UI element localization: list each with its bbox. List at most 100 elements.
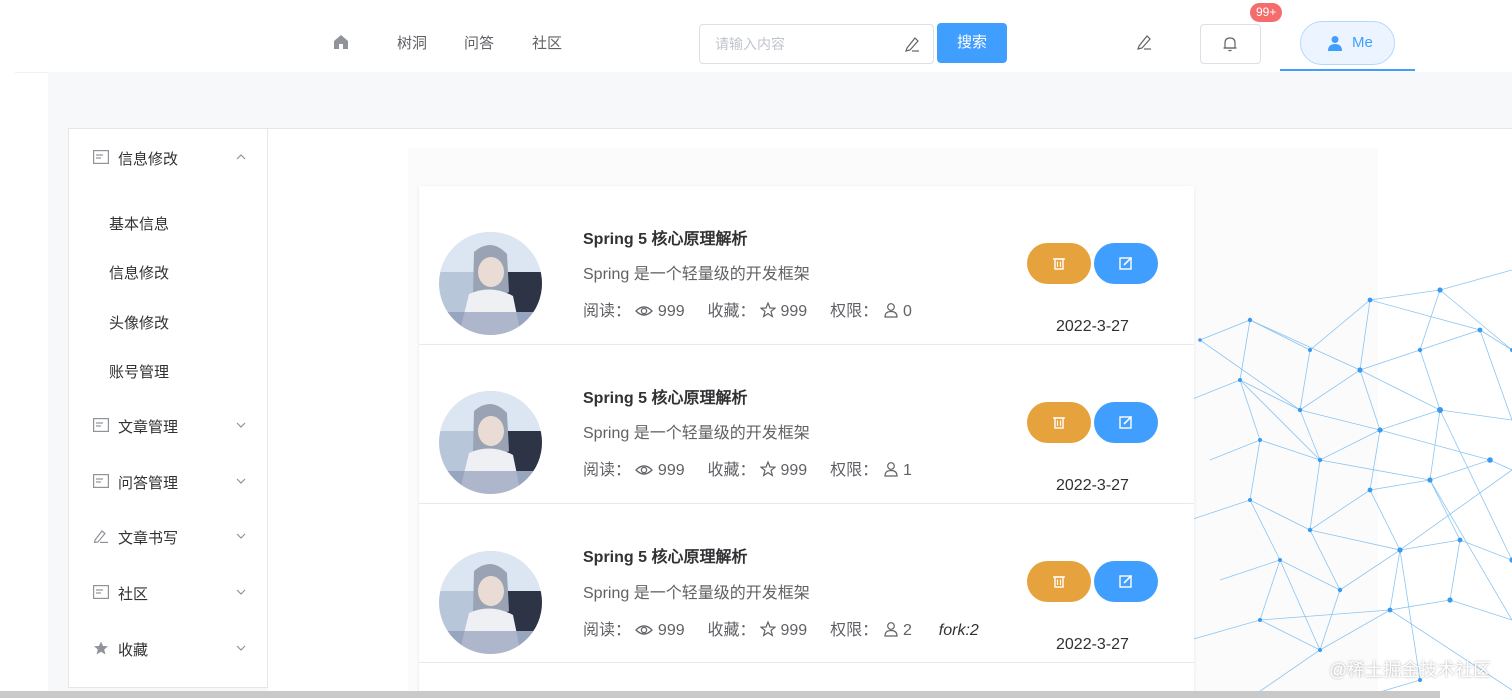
sidebar-item-label: 头像修改 <box>109 315 170 332</box>
sidebar-item-account[interactable]: 账号管理 <box>69 346 267 396</box>
chevron-down-icon <box>236 645 246 651</box>
watermark: @稀土掘金技术社区 <box>1329 660 1492 680</box>
permission-value: 1 <box>902 462 912 479</box>
menu-group-article-write[interactable]: 文章书写 <box>69 508 267 564</box>
menu-group-favorites[interactable]: 收藏 <box>69 620 267 676</box>
article-date: 2022-3-27 <box>1056 636 1129 653</box>
star-icon <box>759 620 777 637</box>
favorite-label: 收藏： <box>707 303 756 320</box>
article-card: Spring 5 核心原理解析 Spring 是一个轻量级的开发框架 阅读： 9… <box>419 186 1194 345</box>
permission-label: 权限： <box>830 622 879 639</box>
permission-value: 2 <box>902 622 912 639</box>
favorite-count: 999 <box>780 303 808 320</box>
author-avatar <box>439 391 542 494</box>
active-tab-underline <box>1280 69 1415 71</box>
write-icon[interactable] <box>1134 32 1154 52</box>
search-box <box>699 24 934 64</box>
user-button-label: Me <box>1352 34 1373 51</box>
trash-icon <box>1053 417 1065 429</box>
article-meta: 阅读： 999 收藏： 999 权限： 2 fork:2 <box>583 616 979 640</box>
article-date: 2022-3-27 <box>1056 318 1129 335</box>
menu-group-label: 信息修改 <box>118 151 179 168</box>
sidebar-item-avatar-edit[interactable]: 头像修改 <box>69 297 267 347</box>
read-count: 999 <box>657 622 685 639</box>
read-label: 阅读： <box>583 303 632 320</box>
page: 树洞 问答 社区 搜索 99+ <box>0 0 1512 698</box>
article-card: Spring 5 核心原理解析 Spring 是一个轻量级的开发框架 阅读： 9… <box>419 345 1194 504</box>
horizontal-scrollbar[interactable] <box>0 691 1440 698</box>
edit-icon <box>1119 256 1133 270</box>
notification-badge: 99+ <box>1250 3 1283 22</box>
article-title[interactable]: Spring 5 核心原理解析 <box>583 225 747 249</box>
trash-icon <box>1053 258 1065 270</box>
user-menu-button[interactable]: Me <box>1300 21 1395 65</box>
left-strip <box>0 72 48 698</box>
menu-group-qa-manage[interactable]: 问答管理 <box>69 453 267 509</box>
pen-icon <box>905 37 919 52</box>
sidebar-item-label: 信息修改 <box>109 265 170 282</box>
document-icon <box>93 418 109 432</box>
read-count: 999 <box>657 303 685 320</box>
chevron-down-icon <box>236 533 246 539</box>
nav-link-community[interactable]: 社区 <box>532 32 562 53</box>
sidebar-item-info-edit[interactable]: 信息修改 <box>69 247 267 297</box>
eye-icon <box>635 465 654 475</box>
article-meta: 阅读： 999 收藏： 999 权限： 0 <box>583 297 912 321</box>
delete-button[interactable] <box>1027 561 1091 602</box>
menu-group-article-manage[interactable]: 文章管理 <box>69 397 267 453</box>
article-meta: 阅读： 999 收藏： 999 权限： 1 <box>583 456 912 480</box>
chevron-up-icon <box>236 154 246 160</box>
pen-icon <box>93 530 108 543</box>
menu-group-label: 收藏 <box>118 642 149 659</box>
sidebar-item-basic-info[interactable]: 基本信息 <box>69 198 267 248</box>
document-icon <box>93 585 109 599</box>
favorite-count: 999 <box>780 622 808 639</box>
fork-count: fork:2 <box>938 622 979 639</box>
menu-group-label: 文章管理 <box>118 419 179 436</box>
read-label: 阅读： <box>583 622 632 639</box>
network-graphic <box>1190 269 1512 698</box>
edit-button[interactable] <box>1094 402 1158 443</box>
read-label: 阅读： <box>583 462 632 479</box>
permission-label: 权限： <box>830 303 879 320</box>
menu-group-community[interactable]: 社区 <box>69 564 267 620</box>
article-title[interactable]: Spring 5 核心原理解析 <box>583 384 747 408</box>
search-input[interactable] <box>700 25 890 63</box>
user-icon <box>1328 36 1342 51</box>
eye-icon <box>635 625 654 635</box>
edit-button[interactable] <box>1094 243 1158 284</box>
article-description: Spring 是一个轻量级的开发框架 <box>583 425 810 442</box>
author-avatar <box>439 232 542 335</box>
nav-link-qa[interactable]: 问答 <box>464 32 494 53</box>
article-description: Spring 是一个轻量级的开发框架 <box>583 585 810 602</box>
delete-button[interactable] <box>1027 243 1091 284</box>
delete-button[interactable] <box>1027 402 1091 443</box>
article-title[interactable]: Spring 5 核心原理解析 <box>583 543 747 567</box>
article-card: Spring 5 核心原理解析 Spring 是一个轻量级的开发框架 阅读： 9… <box>419 504 1194 663</box>
search-button[interactable]: 搜索 <box>937 23 1007 63</box>
favorite-label: 收藏： <box>707 622 756 639</box>
home-icon[interactable] <box>331 32 351 52</box>
permission-value: 0 <box>902 303 912 320</box>
top-navbar: 树洞 问答 社区 搜索 99+ <box>0 0 1512 72</box>
notification-button[interactable] <box>1200 24 1261 64</box>
chevron-down-icon <box>236 478 246 484</box>
menu-group-label: 问答管理 <box>118 475 179 492</box>
star-icon <box>759 460 777 477</box>
eye-icon <box>635 306 654 316</box>
document-icon <box>93 150 109 164</box>
menu-group-info-edit[interactable]: 信息修改 <box>69 129 267 185</box>
favorite-label: 收藏： <box>707 462 756 479</box>
edit-button[interactable] <box>1094 561 1158 602</box>
nav-link-tree-hole[interactable]: 树洞 <box>397 32 427 53</box>
star-icon <box>94 641 108 655</box>
chevron-down-icon <box>236 422 246 428</box>
permission-label: 权限： <box>830 462 879 479</box>
favorite-count: 999 <box>780 462 808 479</box>
menu-group-label: 文章书写 <box>118 530 179 547</box>
chevron-down-icon <box>236 589 246 595</box>
menu-group-label: 社区 <box>118 586 149 603</box>
user-icon <box>883 462 898 477</box>
star-icon <box>759 301 777 318</box>
user-icon <box>883 622 898 637</box>
